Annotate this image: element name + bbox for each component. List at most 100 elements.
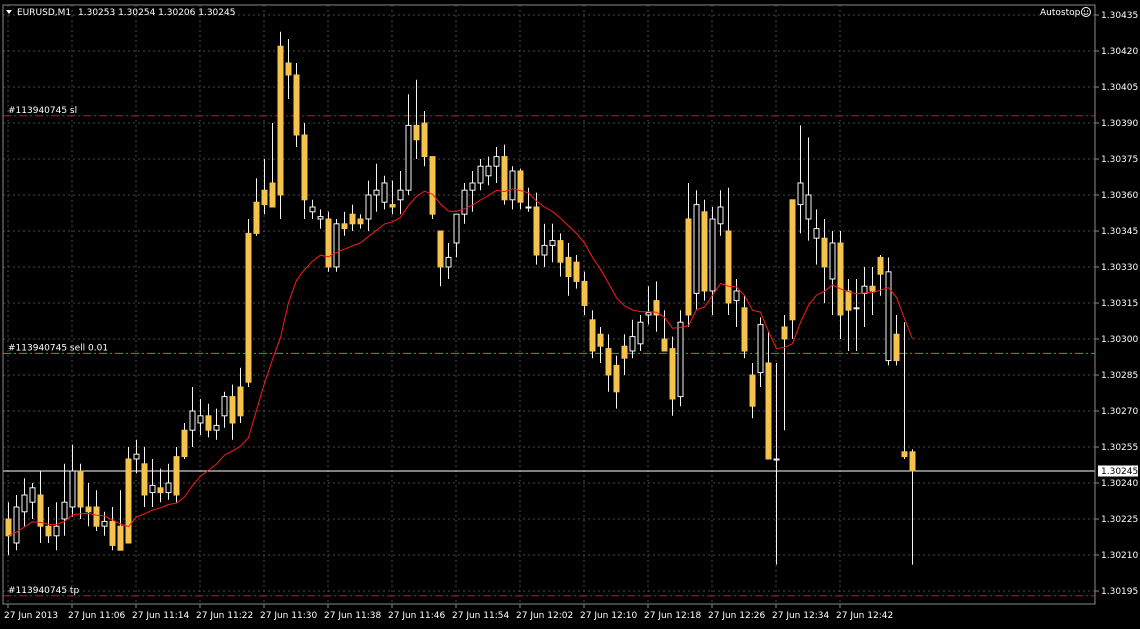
candle xyxy=(53,502,60,551)
order-line-entry-label: #113940745 sell 0.01 xyxy=(8,343,108,353)
candle-body-bull xyxy=(29,487,36,503)
candle xyxy=(885,257,892,366)
candle-body-bear xyxy=(277,45,284,196)
candle-body-bull xyxy=(637,321,644,345)
candle-body-bull xyxy=(733,290,740,302)
candle-body-bull xyxy=(469,182,476,191)
y-tick-label: 1.30315 xyxy=(1101,299,1138,309)
candle-body-bull xyxy=(21,494,28,513)
autostop-indicator[interactable]: Autostop xyxy=(1040,7,1091,19)
candle-body-bear xyxy=(741,307,748,352)
y-tick-label: 1.30210 xyxy=(1101,551,1138,561)
candle-body-bear xyxy=(117,525,124,551)
candle-body-bull xyxy=(397,189,404,201)
candle xyxy=(261,159,268,215)
candle xyxy=(77,463,84,519)
candle xyxy=(413,79,420,159)
candle-body-bear xyxy=(109,520,116,546)
candle-body-bear xyxy=(661,338,668,352)
candlestick-chart[interactable]: 1.30435 1.30420 1.30405 1.30390 1.30375 1.303… xyxy=(0,0,1140,629)
candle xyxy=(901,322,908,459)
candle xyxy=(909,449,916,565)
candle-body-bear xyxy=(125,458,132,544)
candle xyxy=(629,319,636,359)
candle-body-bear xyxy=(181,429,188,458)
candle xyxy=(845,279,852,351)
candle-body-bear xyxy=(573,261,580,282)
candle-body-bull xyxy=(309,206,316,213)
candle xyxy=(213,408,220,440)
candle-body-bull xyxy=(69,470,76,508)
candle xyxy=(85,483,92,527)
candle xyxy=(125,447,132,544)
candle-body-bear xyxy=(421,122,428,158)
candle xyxy=(829,231,836,315)
candle xyxy=(237,367,244,423)
x-tick-label: 27 Jun 12:10 xyxy=(580,611,637,621)
candle-body-bear xyxy=(845,290,852,311)
candle xyxy=(773,363,780,565)
candle-body-bear xyxy=(725,230,732,304)
candle xyxy=(501,144,508,205)
candle-body-bull xyxy=(445,256,452,268)
axes: 1.30435 1.30420 1.30405 1.30390 1.30375 1.303… xyxy=(2,4,1138,621)
candle xyxy=(517,168,524,210)
candle-body-bear xyxy=(669,348,676,400)
candle-body-bear xyxy=(205,415,212,431)
candle xyxy=(861,267,868,327)
candle xyxy=(717,190,724,236)
candle-body-bear xyxy=(357,218,364,225)
smiley-icon xyxy=(1081,7,1091,17)
candle xyxy=(13,495,20,551)
candle xyxy=(837,231,844,339)
candle-body-bear xyxy=(237,386,244,417)
candle-body-bear xyxy=(581,280,588,306)
candle-body-bear xyxy=(837,242,844,316)
candle xyxy=(581,271,588,315)
candle-body-bear xyxy=(597,333,604,347)
y-tick-label: 1.30375 xyxy=(1101,155,1138,165)
candle xyxy=(645,286,652,325)
candle-body-bull xyxy=(485,165,492,177)
chart-window[interactable]: 1.30435 1.30420 1.30405 1.30390 1.30375 1.303… xyxy=(0,0,1140,629)
candle xyxy=(349,204,356,231)
candle xyxy=(621,334,628,375)
candle xyxy=(869,267,876,315)
candle xyxy=(437,230,444,287)
candle xyxy=(389,180,396,215)
x-tick-label: 27 Jun 11:06 xyxy=(68,611,125,621)
candle xyxy=(789,199,796,339)
candle-body-bull xyxy=(525,206,532,209)
candle xyxy=(245,219,252,387)
candle xyxy=(557,233,564,277)
candle xyxy=(805,137,812,241)
symbol-label: EURUSD,M1 xyxy=(17,8,71,18)
candle-body-bear xyxy=(429,156,436,215)
candle-body-bull xyxy=(629,336,636,352)
candle-body-bear xyxy=(413,124,420,141)
candle-body-bear xyxy=(229,396,236,424)
candle xyxy=(341,211,348,236)
current-price-tag: 1.30245 xyxy=(1098,465,1138,477)
x-tick-label: 27 Jun 11:14 xyxy=(132,611,189,621)
candle xyxy=(781,315,788,431)
current-price-label: 1.30245 xyxy=(1101,467,1138,477)
dropdown-triangle-icon[interactable] xyxy=(6,10,12,14)
candle-body-bear xyxy=(77,470,84,508)
candle xyxy=(141,447,148,507)
candle-body-bull xyxy=(133,453,140,460)
x-tick-label: 27 Jun 11:46 xyxy=(388,611,445,621)
x-tick-label: 27 Jun 11:30 xyxy=(260,611,317,621)
y-tick-label: 1.30225 xyxy=(1101,515,1138,525)
y-tick-label: 1.30285 xyxy=(1101,371,1138,381)
candle xyxy=(541,223,548,267)
candle-body-bear xyxy=(349,213,356,225)
ohlc-label: 1.30253 1.30254 1.30206 1.30245 xyxy=(78,8,235,18)
candle xyxy=(757,317,764,387)
candle-body-bear xyxy=(605,348,612,376)
candle-body-bull xyxy=(645,312,652,316)
candle-body-bear xyxy=(437,230,444,268)
candle xyxy=(269,123,276,208)
candle xyxy=(61,463,68,536)
candle-body-bull xyxy=(541,244,548,256)
